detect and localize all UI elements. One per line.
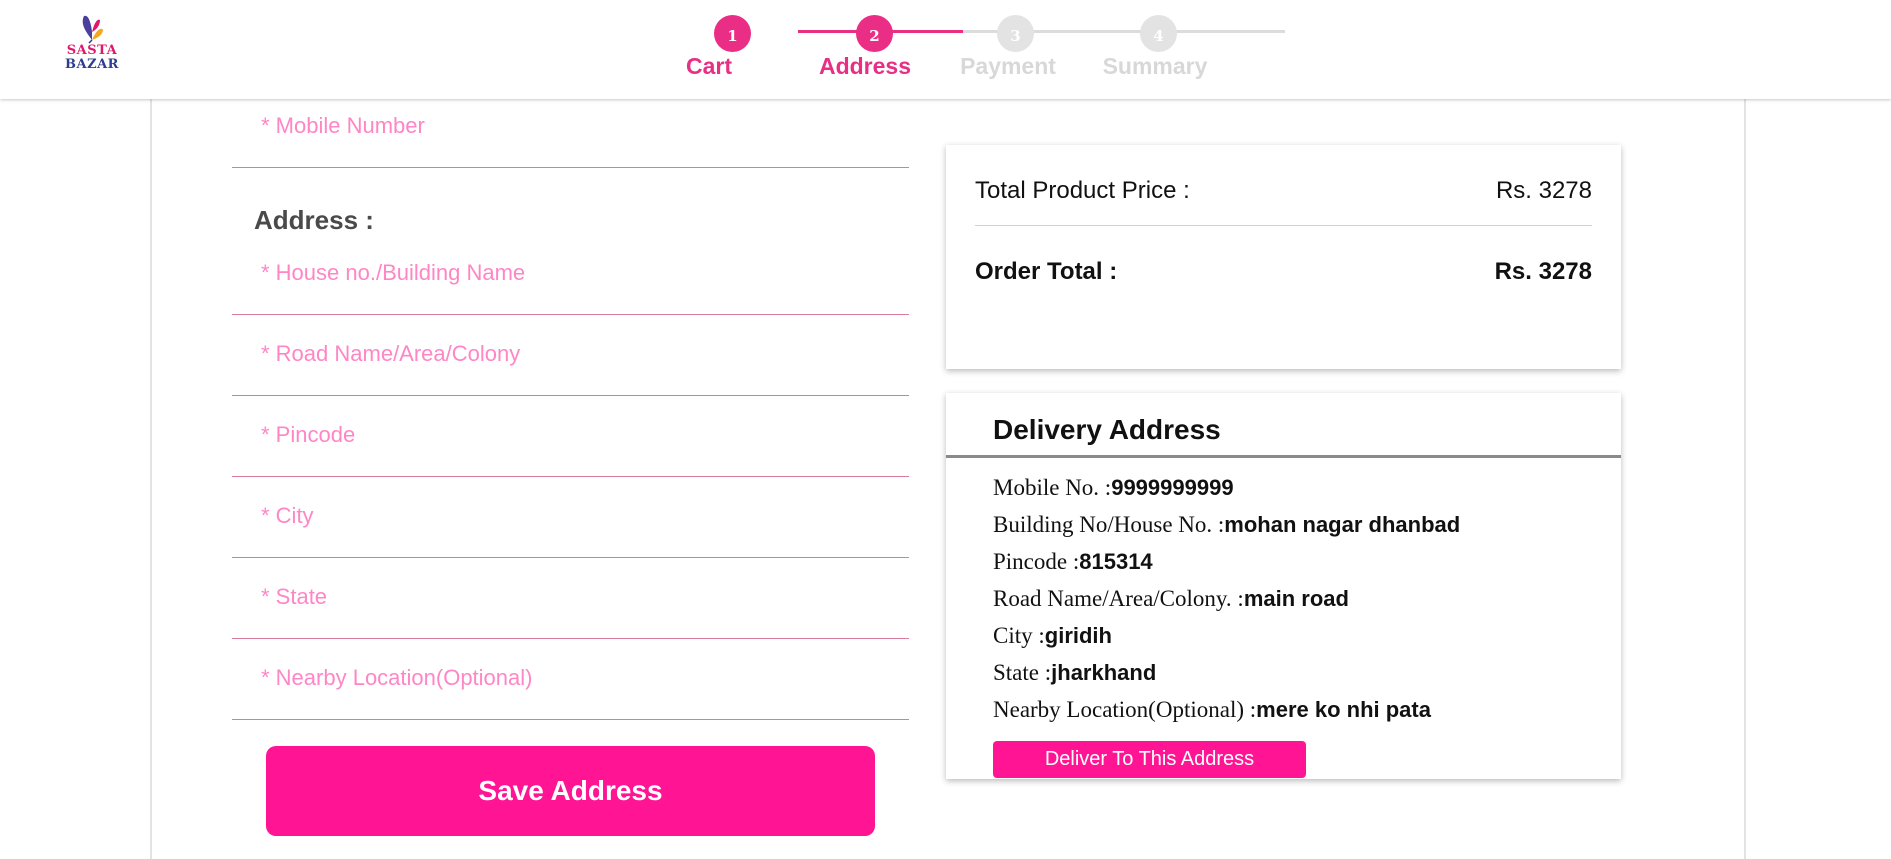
address-line-label: Building No/House No. :	[993, 512, 1225, 537]
address-line-value: mere ko nhi pata	[1256, 697, 1431, 722]
delivery-address-card: Delivery Address Mobile No. :9999999999 …	[946, 393, 1621, 779]
address-line-road: Road Name/Area/Colony. :main road	[993, 586, 1349, 612]
road-area-placeholder: * Road Name/Area/Colony	[261, 341, 521, 366]
address-line-nearby: Nearby Location(Optional) :mere ko nhi p…	[993, 697, 1431, 723]
delivery-address-title: Delivery Address	[993, 414, 1221, 445]
address-line-value: mohan nagar dhanbad	[1224, 512, 1461, 537]
order-total-label: Order Total :	[975, 258, 1118, 285]
address-line-value: jharkhand	[1051, 660, 1157, 685]
step-4-label[interactable]: Summary	[1085, 53, 1225, 80]
address-line-state: State :jharkhand	[993, 660, 1156, 686]
address-line-value: main road	[1243, 586, 1349, 611]
mobile-number-placeholder: * Mobile Number	[261, 113, 425, 138]
state-field[interactable]: * State	[232, 557, 909, 639]
delivery-address-divider	[946, 455, 1621, 458]
city-field[interactable]: * City	[232, 476, 909, 558]
nearby-location-placeholder: * Nearby Location(Optional)	[261, 665, 533, 690]
total-product-price-label: Total Product Price :	[975, 177, 1190, 204]
step-4-circle[interactable]: 4	[1140, 15, 1177, 52]
total-product-price-row: Total Product Price : Rs. 3278	[975, 177, 1592, 205]
save-address-button[interactable]: Save Address	[266, 746, 875, 836]
deliver-to-this-address-button[interactable]: Deliver To This Address	[993, 741, 1306, 778]
house-building-placeholder: * House no./Building Name	[261, 260, 526, 285]
nearby-location-field[interactable]: * Nearby Location(Optional)	[232, 638, 909, 720]
address-line-mobile: Mobile No. :9999999999	[993, 475, 1234, 501]
address-line-label: State :	[993, 660, 1052, 685]
price-summary-card: Total Product Price : Rs. 3278 Order Tot…	[946, 145, 1621, 369]
address-line-value: 815314	[1079, 549, 1153, 574]
address-line-label: Road Name/Area/Colony. :	[993, 586, 1244, 611]
order-total-row: Order Total : Rs. 3278	[975, 258, 1592, 286]
step-1-circle[interactable]: 1	[714, 15, 751, 52]
total-product-price-value: Rs. 3278	[1495, 177, 1592, 204]
step-3-circle[interactable]: 3	[997, 15, 1034, 52]
order-total-value: Rs. 3278	[1494, 258, 1592, 285]
checkout-stepper: 1 Cart 2 Address 3 Payment 4 Summary	[0, 0, 1891, 99]
address-line-label: City :	[993, 623, 1045, 648]
address-line-label: Pincode :	[993, 549, 1080, 574]
step-2-circle[interactable]: 2	[856, 15, 893, 52]
house-building-field[interactable]: * House no./Building Name	[232, 233, 909, 315]
address-line-city: City :giridih	[993, 623, 1112, 649]
address-section-heading: Address :	[254, 205, 374, 235]
road-area-field[interactable]: * Road Name/Area/Colony	[232, 314, 909, 396]
address-line-value: 9999999999	[1111, 475, 1234, 500]
address-line-label: Nearby Location(Optional) :	[993, 697, 1257, 722]
step-2-label[interactable]: Address	[795, 53, 935, 80]
step-3-label[interactable]: Payment	[938, 53, 1078, 80]
step-1-label[interactable]: Cart	[639, 53, 779, 80]
pincode-placeholder: * Pincode	[261, 422, 356, 447]
price-divider	[975, 225, 1592, 226]
address-line-value: giridih	[1044, 623, 1112, 648]
pincode-field[interactable]: * Pincode	[232, 395, 909, 477]
address-line-label: Mobile No. :	[993, 475, 1112, 500]
address-line-building: Building No/House No. :mohan nagar dhanb…	[993, 512, 1460, 538]
address-line-pincode: Pincode :815314	[993, 549, 1153, 575]
city-placeholder: * City	[261, 503, 314, 528]
top-header: SASTA BAZAR 1 Cart 2 Address 3 Payment 4…	[0, 0, 1891, 99]
state-placeholder: * State	[261, 584, 328, 609]
